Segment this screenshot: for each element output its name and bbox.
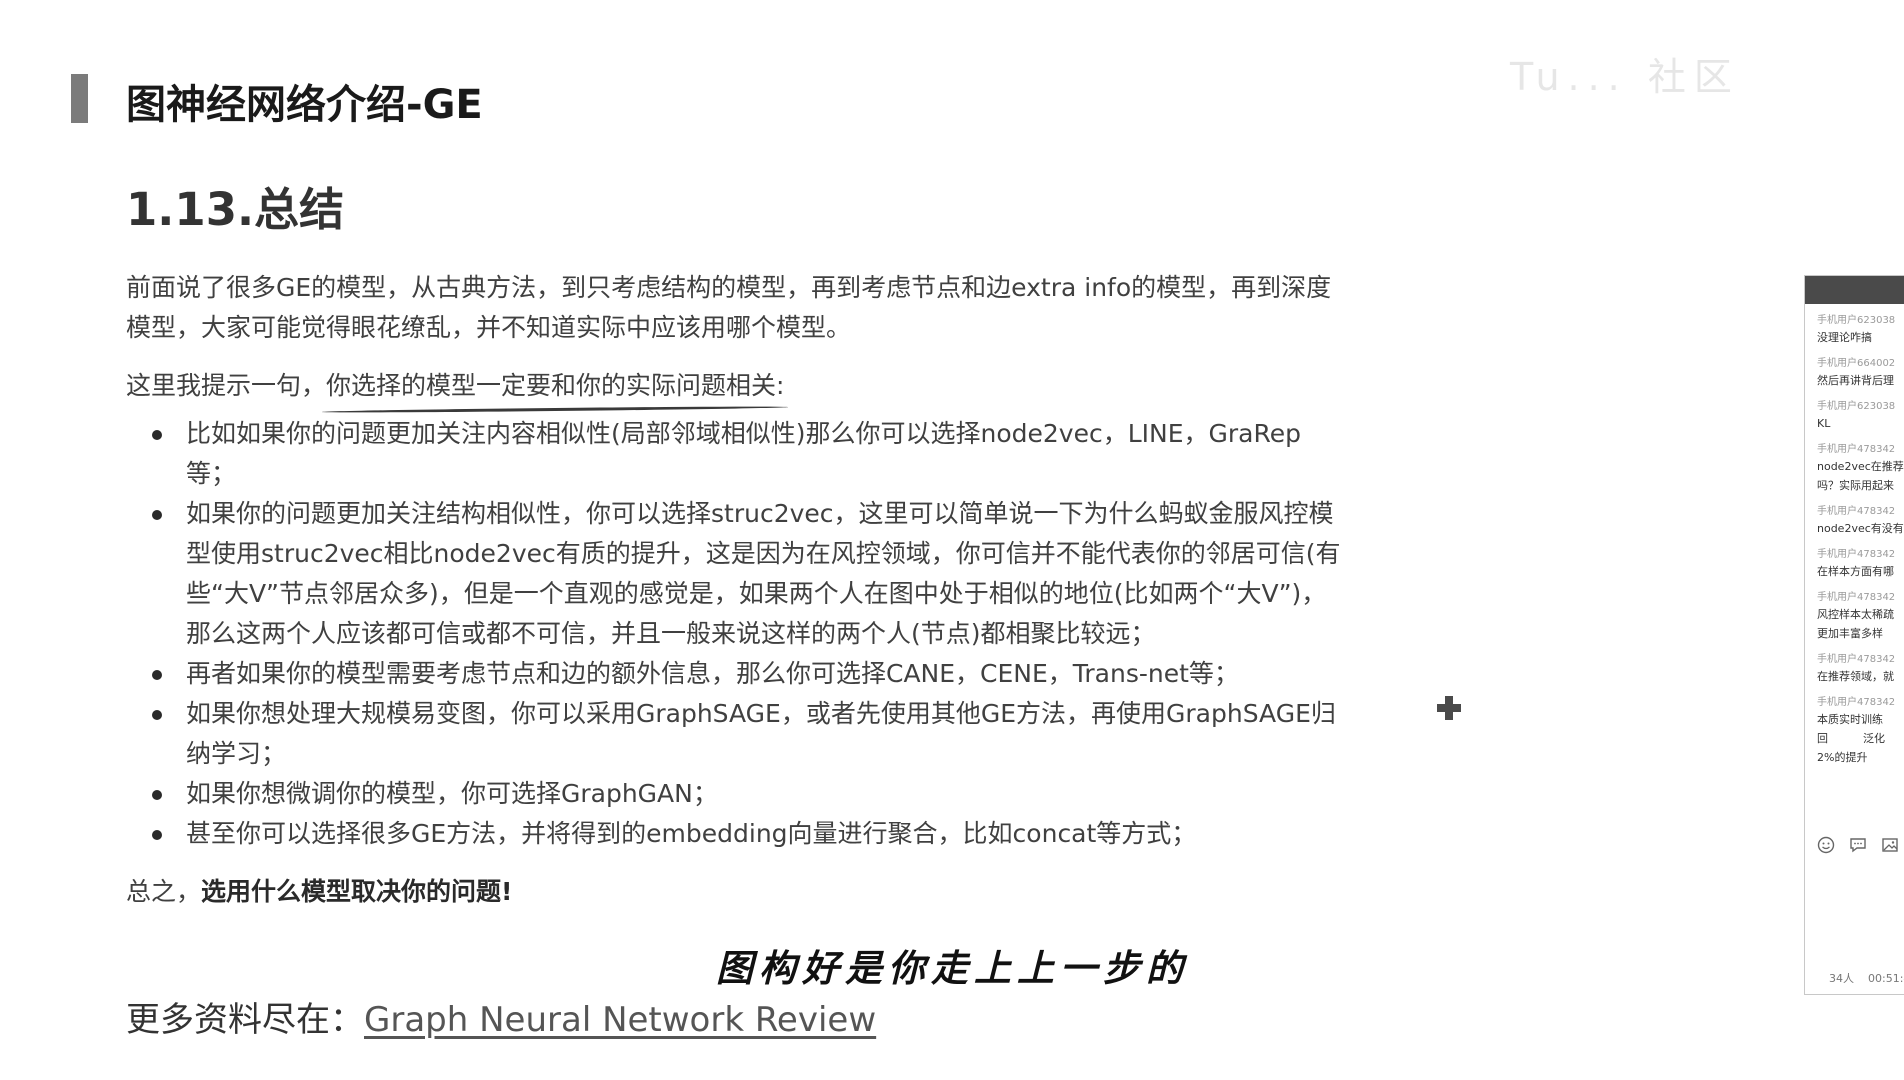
slide: 图神经网络介绍-GE Tu... 社区 1.13.总结 前面说了很多GE的模型，…: [0, 0, 1904, 1080]
chat-panel[interactable]: 手机用户623038 没理论咋搞 手机用户664002 然后再讲背后理 手机用户…: [1804, 275, 1904, 995]
list-item: 再者如果你的模型需要考虑节点和边的额外信息，那么你可选择CANE，CENE，Tr…: [126, 654, 1346, 694]
summary-prefix: 总之，: [126, 877, 202, 906]
elapsed-time: 00:51:4: [1868, 972, 1904, 985]
chat-toolbar: [1817, 836, 1899, 854]
list-item: 甚至你可以选择很多GE方法，并将得到的embedding向量进行聚合，比如con…: [126, 814, 1346, 854]
chat-username: 手机用户478342: [1817, 697, 1896, 708]
chat-username: 手机用户623038: [1817, 401, 1896, 412]
viewer-count: 34人: [1829, 972, 1854, 985]
chat-username: 手机用户478342: [1817, 549, 1896, 560]
move-cursor-icon: [1437, 696, 1461, 720]
list-item: 如果你想微调你的模型，你可选择GraphGAN；: [126, 774, 1346, 814]
list-item: 如果你想处理大规模易变图，你可以采用GraphSAGE，或者先使用其他GE方法，…: [126, 694, 1346, 774]
chat-header: [1805, 276, 1904, 304]
chat-text: 然后再讲背后理: [1817, 374, 1894, 387]
chat-text: KL: [1817, 417, 1831, 430]
chat-text: 没理论咋搞: [1817, 331, 1872, 344]
image-icon[interactable]: [1881, 836, 1899, 854]
hint-paragraph: 这里我提示一句，你选择的模型一定要和你的实际问题相关:: [126, 366, 1346, 406]
list-item: 比如如果你的问题更加关注内容相似性(局部邻域相似性)那么你可以选择node2ve…: [126, 414, 1346, 494]
hint-prefix: 这里我提示一句，: [126, 371, 327, 400]
chat-username: 手机用户478342: [1817, 592, 1896, 603]
chat-username: 手机用户664002: [1817, 358, 1896, 369]
chat-text: node2vec在推荐 吗？实际用起来: [1817, 460, 1904, 492]
hint-key-phrase: 你选择的模型一定要和你的实际问题相关:: [326, 366, 784, 406]
slide-title: 图神经网络介绍-GE: [126, 82, 483, 128]
chat-message: 手机用户623038 KL: [1805, 400, 1904, 433]
chat-footer: 34人 00:51:4: [1829, 970, 1904, 986]
chat-text: 在推荐领域，就: [1817, 670, 1894, 683]
chat-message: 手机用户623038 没理论咋搞: [1805, 314, 1904, 347]
slide-content: 前面说了很多GE的模型，从古典方法，到只考虑结构的模型，再到考虑节点和边extr…: [126, 268, 1346, 912]
chat-username: 手机用户478342: [1817, 506, 1896, 517]
chat-text: 风控样本太稀疏 更加丰富多样: [1817, 608, 1894, 640]
review-link[interactable]: Graph Neural Network Review: [364, 1000, 876, 1040]
chat-message: 手机用户664002 然后再讲背后理: [1805, 357, 1904, 390]
chat-message: 手机用户478342 在推荐领域，就: [1805, 653, 1904, 686]
chat-message: 手机用户478342 在样本方面有哪: [1805, 548, 1904, 581]
bullet-list: 比如如果你的问题更加关注内容相似性(局部邻域相似性)那么你可以选择node2ve…: [126, 414, 1346, 854]
more-prefix: 更多资料尽在：: [126, 1000, 364, 1040]
speech-bubble-icon[interactable]: [1849, 836, 1867, 854]
chat-message: 手机用户478342 风控样本太稀疏 更加丰富多样: [1805, 591, 1904, 643]
chat-username: 手机用户478342: [1817, 654, 1896, 665]
chat-message: 手机用户478342 node2vec有没有: [1805, 505, 1904, 538]
watermark: Tu... 社区: [1510, 55, 1740, 99]
title-accent-bar: [71, 74, 88, 123]
summary-strong: 选用什么模型取决你的问题!: [201, 877, 513, 906]
chat-text: 在样本方面有哪: [1817, 565, 1894, 578]
chat-text: node2vec有没有: [1817, 522, 1904, 535]
chat-text: 本质实时训练 回 泛化 2%的提升: [1817, 713, 1885, 764]
chat-message: 手机用户478342 本质实时训练 回 泛化 2%的提升: [1805, 696, 1904, 767]
list-item: 如果你的问题更加关注结构相似性，你可以选择struc2vec，这里可以简单说一下…: [126, 494, 1346, 654]
section-heading: 1.13.总结: [126, 183, 345, 236]
intro-paragraph: 前面说了很多GE的模型，从古典方法，到只考虑结构的模型，再到考虑节点和边extr…: [126, 273, 1332, 342]
summary-paragraph: 总之，选用什么模型取决你的问题!: [126, 872, 1346, 912]
chat-username: 手机用户623038: [1817, 315, 1896, 326]
video-subtitle: 图构好是你走上上一步的: [716, 946, 1189, 990]
more-resources: 更多资料尽在：Graph Neural Network Review: [126, 992, 876, 1041]
smiley-icon[interactable]: [1817, 836, 1835, 854]
chat-username: 手机用户478342: [1817, 444, 1896, 455]
chat-message: 手机用户478342 node2vec在推荐 吗？实际用起来: [1805, 443, 1904, 495]
